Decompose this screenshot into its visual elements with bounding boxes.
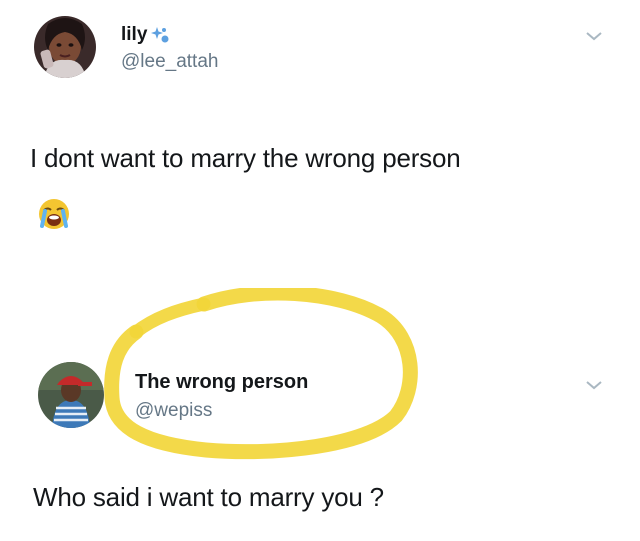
- user-avatar-icon[interactable]: [34, 16, 96, 78]
- tweet-text: I dont want to marry the wrong person: [30, 143, 461, 173]
- user-handle[interactable]: @lee_attah: [121, 51, 218, 73]
- display-name[interactable]: lily: [121, 24, 170, 46]
- display-name[interactable]: The wrong person: [135, 371, 308, 394]
- chevron-down-icon[interactable]: [584, 29, 604, 43]
- sparkles-icon: [150, 25, 170, 45]
- loudly-crying-face-icon: [36, 196, 72, 232]
- tweet-text: Who said i want to marry you ?: [33, 482, 384, 512]
- tweet-wrong-person: The wrong person @wepiss Who said i want…: [0, 285, 640, 541]
- user-handle[interactable]: @wepiss: [135, 400, 212, 422]
- user-avatar-icon[interactable]: [38, 362, 104, 428]
- tweet-lily: lily @lee_attah I dont want to marry the…: [0, 0, 640, 300]
- chevron-down-icon[interactable]: [584, 378, 604, 392]
